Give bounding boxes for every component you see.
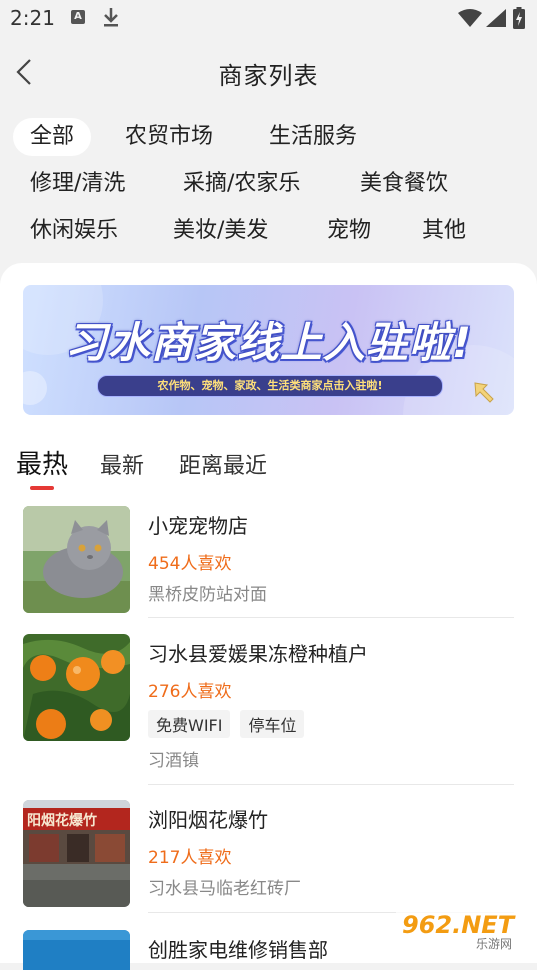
- store-address: 黑桥皮防站对面: [148, 585, 267, 605]
- banner-decoration: [23, 371, 47, 405]
- category-life-service[interactable]: 生活服务: [252, 118, 374, 156]
- category-picking-farmstay[interactable]: 采摘/农家乐: [166, 165, 317, 203]
- tab-nearest[interactable]: 距离最近: [179, 448, 267, 480]
- store-name: 创胜家电维修销售部: [148, 938, 328, 962]
- store-thumbnail: [23, 930, 130, 970]
- banner-title: 习水商家线上入驻啦!: [64, 318, 473, 367]
- download-icon: [104, 8, 118, 27]
- banner-subtitle: 农作物、宠物、家政、生活类商家点击入驻啦!: [97, 375, 443, 397]
- signal-icon: [486, 9, 506, 27]
- a-badge-icon: A: [71, 10, 85, 24]
- svg-text:阳烟花爆竹: 阳烟花爆竹: [27, 812, 97, 829]
- tag-parking: 停车位: [240, 710, 305, 738]
- store-list-item[interactable]: 阳烟花爆竹 浏阳烟花爆竹 217人喜欢 习水县马临老红砖厂: [0, 800, 537, 910]
- store-thumbnail: 阳烟花爆竹: [23, 800, 130, 907]
- store-thumbnail: [23, 506, 130, 613]
- page-title: 商家列表: [218, 62, 319, 90]
- store-name: 习水县爱媛果冻橙种植户: [148, 642, 368, 666]
- wifi-icon: [458, 9, 482, 27]
- store-thumbnail: [23, 634, 130, 741]
- category-other[interactable]: 其他: [405, 212, 483, 250]
- orange-photo: [23, 634, 130, 741]
- store-name: 浏阳烟花爆竹: [148, 808, 268, 832]
- battery-icon: [513, 7, 525, 29]
- divider: [148, 617, 514, 618]
- category-leisure[interactable]: 休闲娱乐: [13, 212, 135, 250]
- category-beauty-hair[interactable]: 美妆/美发: [156, 212, 285, 250]
- tab-newest[interactable]: 最新: [100, 448, 144, 480]
- status-bar: 2:21 A: [0, 0, 537, 36]
- shopfront-photo: 阳烟花爆竹: [23, 800, 130, 907]
- pointer-arrow-icon: [474, 382, 494, 403]
- store-likes: 276人喜欢: [148, 682, 232, 702]
- tag-free-wifi: 免费WIFI: [148, 710, 231, 738]
- store-list-item[interactable]: 习水县爱媛果冻橙种植户 276人喜欢 免费WIFI 停车位 习酒镇: [0, 634, 537, 774]
- category-farm-market[interactable]: 农贸市场: [108, 118, 230, 156]
- store-tags: 免费WIFI 停车位: [148, 710, 305, 738]
- tab-indicator: [30, 486, 54, 490]
- sort-tabs: 最热 最新 距离最近: [0, 440, 537, 490]
- store-likes: 217人喜欢: [148, 848, 232, 868]
- watermark-text: 962.NET: [402, 911, 516, 939]
- blue-photo: [23, 930, 130, 970]
- store-list-item[interactable]: 小宠宠物店 454人喜欢 黑桥皮防站对面: [0, 506, 537, 616]
- category-pets[interactable]: 宠物: [310, 212, 388, 250]
- join-banner[interactable]: 习水商家线上入驻啦! 农作物、宠物、家政、生活类商家点击入驻啦!: [23, 285, 514, 415]
- category-food-dining[interactable]: 美食餐饮: [343, 165, 465, 203]
- category-repair-cleaning[interactable]: 修理/清洗: [13, 165, 142, 203]
- store-likes: 454人喜欢: [148, 554, 232, 574]
- store-address: 习酒镇: [148, 751, 199, 771]
- watermark-sub: 乐游网: [476, 937, 512, 951]
- store-address: 习水县马临老红砖厂: [148, 879, 301, 899]
- divider: [148, 784, 514, 785]
- category-all[interactable]: 全部: [13, 118, 92, 156]
- store-name: 小宠宠物店: [148, 514, 248, 538]
- status-time: 2:21: [10, 6, 55, 30]
- site-watermark-logo: 962.NET 乐游网: [396, 906, 532, 952]
- tab-hottest[interactable]: 最热: [16, 444, 68, 481]
- cat-photo: [23, 506, 130, 613]
- nav-bar: 商家列表: [0, 36, 537, 108]
